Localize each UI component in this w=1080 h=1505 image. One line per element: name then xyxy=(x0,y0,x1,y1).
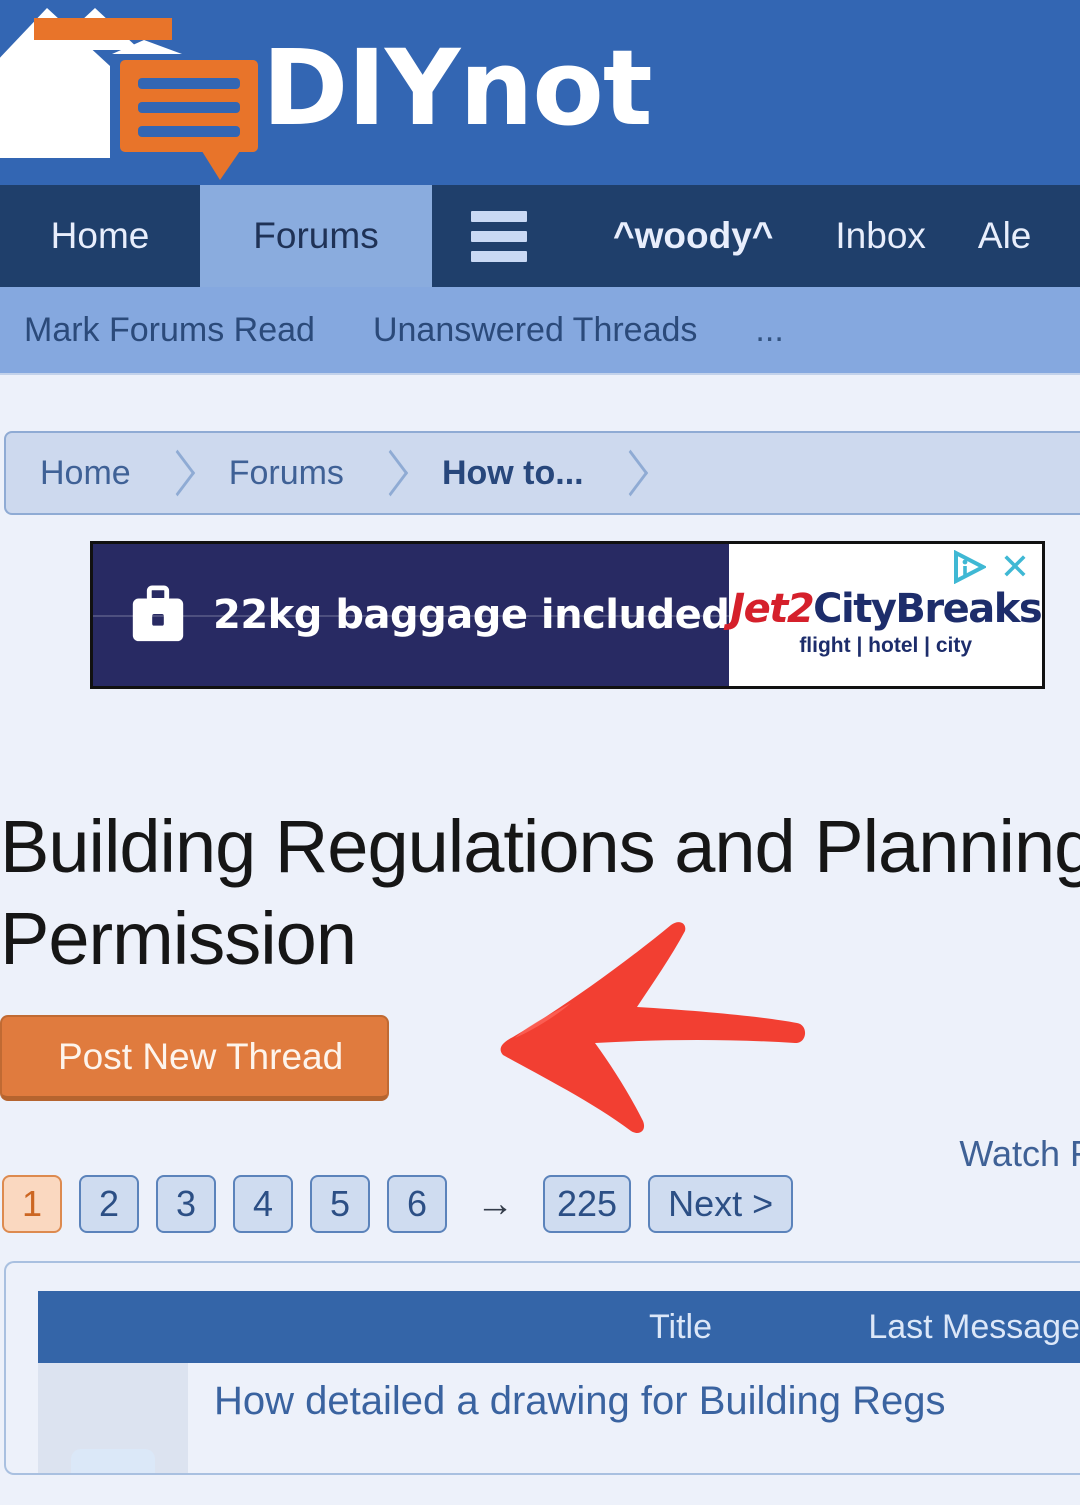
thread-list-header: Title Last Message xyxy=(38,1291,1080,1363)
house-speech-bubble-logo-icon xyxy=(0,8,258,180)
post-new-thread-label: Post New Thread xyxy=(58,1035,344,1077)
adchoices-triangle-icon[interactable] xyxy=(952,550,986,584)
suitcase-icon xyxy=(132,585,184,642)
nav-item-username[interactable]: ^woody^ xyxy=(565,185,809,287)
breadcrumb-item-forums[interactable]: Forums xyxy=(195,433,374,513)
forum-actions-row: Post New Thread Watch F xyxy=(0,922,1080,1174)
subnav-mark-forums-read[interactable]: Mark Forums Read xyxy=(24,311,315,350)
nav-item-alerts-label: Ale xyxy=(977,215,1032,256)
watch-forum-link[interactable]: Watch F xyxy=(959,1133,1080,1175)
brand-name: DIYnot xyxy=(262,27,653,149)
breadcrumb: Home Forums How to... xyxy=(4,431,1080,515)
table-row[interactable]: How detailed a drawing for Building Regs xyxy=(38,1363,1080,1473)
breadcrumb-item-home-label: Home xyxy=(40,453,131,492)
thread-avatar-cell xyxy=(38,1363,188,1473)
pagination-page-4[interactable]: 4 xyxy=(233,1175,293,1233)
page-title-line1: Building Regulations and Planning xyxy=(0,805,1080,888)
site-logo[interactable] xyxy=(0,8,282,180)
breadcrumb-item-current-label: How to... xyxy=(441,453,584,492)
pagination-next-button[interactable]: Next > xyxy=(648,1175,794,1233)
ad-headline: 22kg baggage included xyxy=(213,592,730,638)
ad-close-icon[interactable]: ✕ xyxy=(1000,549,1030,585)
nav-menu-button[interactable] xyxy=(432,185,565,287)
pagination-page-3[interactable]: 3 xyxy=(156,1175,216,1233)
primary-navigation: Home Forums ^woody^ Inbox Ale xyxy=(0,185,1080,287)
ad-banner-right-panel: ✕ Jet2CityBreaks flight | hotel | city xyxy=(729,544,1042,686)
nav-item-inbox[interactable]: Inbox xyxy=(809,185,952,287)
ad-brand-tagline: flight | hotel | city xyxy=(799,634,973,657)
pagination-page-5[interactable]: 5 xyxy=(310,1175,370,1233)
nav-item-username-label: ^woody^ xyxy=(613,215,774,256)
avatar xyxy=(71,1449,155,1473)
page-title: Building Regulations and Planning Permis… xyxy=(0,801,1080,985)
column-header-last-message: Last Message xyxy=(868,1307,1080,1346)
ad-brand-part2: CityBreaks xyxy=(813,586,1042,632)
advertisement-zone: 22kg baggage included ✕ Jet2CityBreaks f… xyxy=(0,515,1080,689)
thread-title-link[interactable]: How detailed a drawing for Building Regs xyxy=(188,1363,946,1424)
nav-item-alerts[interactable]: Ale xyxy=(952,185,1057,287)
ad-brand-logo: Jet2CityBreaks xyxy=(730,586,1042,632)
breadcrumb-item-forums-label: Forums xyxy=(228,453,344,492)
subnav-more-options[interactable]: ... xyxy=(755,311,783,350)
nav-item-inbox-label: Inbox xyxy=(835,215,926,256)
breadcrumb-item-home[interactable]: Home xyxy=(6,433,161,513)
pagination-page-6[interactable]: 6 xyxy=(387,1175,447,1233)
breadcrumb-item-current[interactable]: How to... xyxy=(408,433,614,513)
breadcrumb-spacer xyxy=(0,375,1080,431)
pagination-page-1[interactable]: 1 xyxy=(2,1175,62,1233)
ad-banner-left-panel: 22kg baggage included xyxy=(93,544,730,686)
hamburger-menu-icon xyxy=(470,210,527,262)
page-root: DIYnot Home Forums ^woody^ Inbox Ale Mar… xyxy=(0,0,1080,1505)
breadcrumb-chevron-icon xyxy=(614,433,648,513)
page-title-line2: Permission xyxy=(0,897,357,980)
column-header-title: Title xyxy=(649,1307,712,1346)
pagination-last-page[interactable]: 225 xyxy=(543,1175,632,1233)
site-header: DIYnot xyxy=(0,0,1080,185)
subnav-unanswered-threads[interactable]: Unanswered Threads xyxy=(373,311,697,350)
nav-item-home[interactable]: Home xyxy=(0,185,200,287)
ad-choices-controls: ✕ xyxy=(952,549,1030,585)
secondary-navigation: Mark Forums Read Unanswered Threads ... xyxy=(0,287,1080,375)
breadcrumb-chevron-icon xyxy=(161,433,195,513)
page-title-zone: Building Regulations and Planning Permis… xyxy=(0,689,1080,985)
post-new-thread-button[interactable]: Post New Thread xyxy=(0,1015,390,1101)
thread-list-panel: Title Last Message How detailed a drawin… xyxy=(4,1261,1080,1475)
nav-item-home-label: Home xyxy=(50,215,150,256)
ad-brand-part1: Jet2 xyxy=(730,586,814,632)
pagination: 1 2 3 4 5 6 → 225 Next > xyxy=(0,1175,1080,1233)
ad-banner[interactable]: 22kg baggage included ✕ Jet2CityBreaks f… xyxy=(90,541,1045,689)
nav-item-forums[interactable]: Forums xyxy=(200,185,432,287)
nav-item-forums-label: Forums xyxy=(253,215,379,256)
pagination-skip-arrow-icon: → xyxy=(476,1183,514,1225)
pagination-page-2[interactable]: 2 xyxy=(79,1175,139,1233)
breadcrumb-chevron-icon xyxy=(374,433,408,513)
